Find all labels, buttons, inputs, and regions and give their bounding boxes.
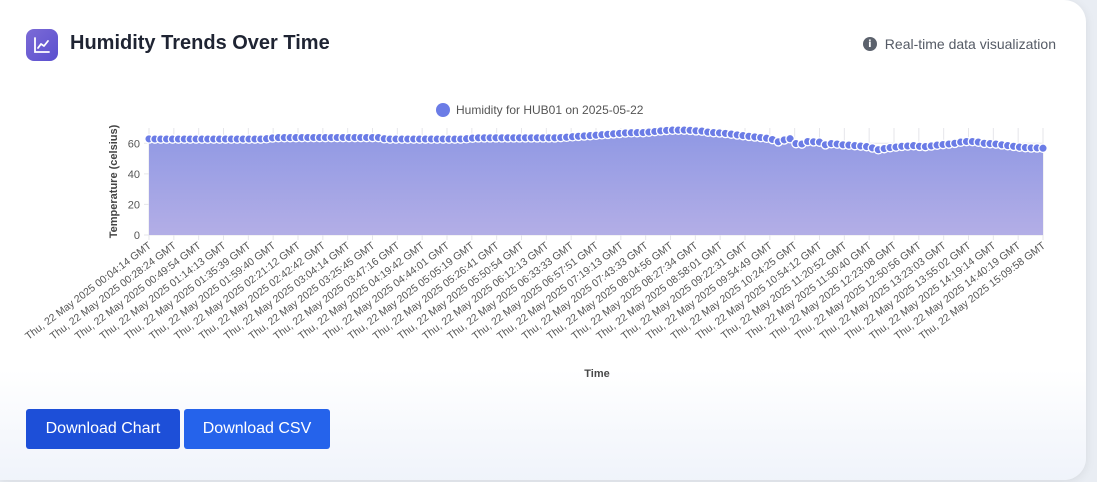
- y-tick-label: 20: [128, 199, 140, 211]
- y-tick-label: 0: [134, 230, 140, 242]
- info-icon: i: [862, 37, 877, 51]
- x-axis-label: Time: [584, 368, 609, 380]
- y-axis-label: Temperature (celsius): [108, 124, 120, 238]
- y-tick-label: 40: [128, 169, 140, 181]
- page-title: Humidity Trends Over Time: [70, 32, 330, 54]
- data-point: [1038, 143, 1048, 154]
- subtitle: i Real-time data visualization: [862, 36, 1056, 52]
- download-chart-button[interactable]: Download Chart: [26, 409, 180, 449]
- legend-label: Humidity for HUB01 on 2025-05-22: [456, 103, 644, 117]
- chart-card: Humidity Trends Over Time i Real-time da…: [0, 0, 1086, 480]
- line-chart-icon: [26, 29, 58, 61]
- card-header: Humidity Trends Over Time i Real-time da…: [26, 29, 1056, 61]
- subtitle-text: Real-time data visualization: [884, 36, 1056, 52]
- humidity-chart: 0204060Temperature (celsius)Thu, 22 May …: [23, 103, 1048, 380]
- y-tick-label: 60: [128, 138, 140, 150]
- legend-marker: [436, 103, 450, 117]
- download-csv-button[interactable]: Download CSV: [184, 409, 330, 449]
